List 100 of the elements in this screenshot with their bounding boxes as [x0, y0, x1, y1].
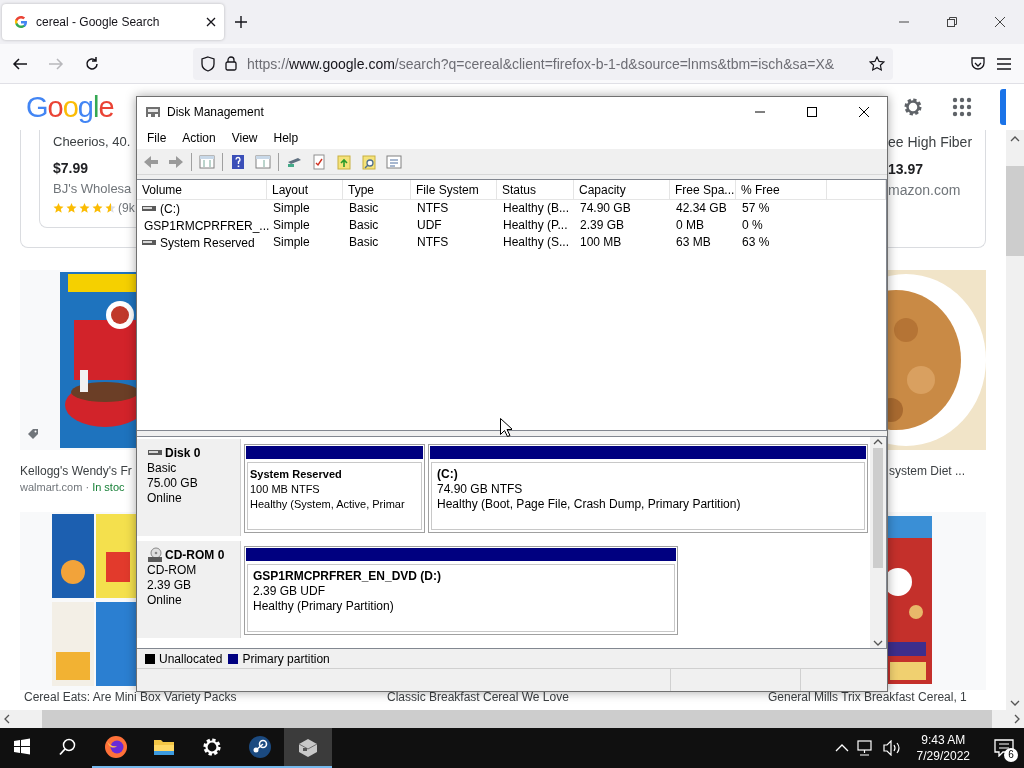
close-icon[interactable] — [859, 107, 869, 117]
partition-status: Healthy (Primary Partition) — [253, 599, 395, 614]
image-caption[interactable]: Cereal Eats: Are Mini Box Variety Packs — [24, 690, 387, 706]
restore-icon[interactable] — [947, 17, 957, 27]
scroll-thumb[interactable] — [873, 447, 883, 568]
scroll-down-icon[interactable] — [873, 640, 883, 646]
scroll-up-icon[interactable] — [1010, 136, 1020, 142]
image-caption[interactable]: system Diet ... — [886, 464, 986, 478]
table-cell-text: NTFS — [416, 234, 450, 251]
partition-status: Healthy (Boot, Page File, Crash Dump, Primary Partition) — [437, 497, 742, 512]
close-icon[interactable] — [995, 17, 1005, 27]
partition-name: System Reserved — [250, 467, 343, 482]
partition-status: Healthy (System, Active, Primar — [250, 497, 406, 512]
image-caption[interactable]: Classic Breakfast Cereal We Love — [387, 690, 768, 706]
volume-icon[interactable] — [882, 740, 903, 756]
table-cell-text: Simple — [272, 200, 311, 217]
menu-item[interactable]: Action — [174, 131, 224, 145]
star-icon[interactable] — [869, 55, 885, 72]
tab-title: cereal - Google Search — [36, 15, 161, 29]
cd-drive-icon — [147, 547, 163, 563]
search-folder-icon[interactable] — [361, 153, 377, 170]
column-header[interactable]: Volume — [137, 180, 267, 200]
scroll-left-icon[interactable] — [4, 714, 10, 724]
reload-icon[interactable] — [84, 55, 100, 72]
disk-size: 75.00 GB — [147, 476, 199, 491]
network-icon[interactable] — [856, 740, 875, 756]
review-count: (9k — [118, 201, 135, 215]
partition-name: GSP1RMCPRFRER_EN_DVD (D:) — [253, 569, 443, 584]
maximize-icon[interactable] — [807, 107, 817, 117]
url-text: https://www.google.com/search?q=cereal&client=firefox-b-1-d&source=lnms&tbm=isch&sa=X& — [247, 55, 836, 72]
menu-item[interactable]: View — [223, 131, 266, 145]
column-header[interactable]: File System — [411, 180, 497, 200]
close-icon[interactable] — [206, 17, 216, 27]
scroll-down-icon[interactable] — [1010, 700, 1020, 706]
pocket-icon[interactable] — [970, 55, 986, 72]
table-cell-text: 42.34 GB — [675, 200, 728, 217]
partition-detail: 2.39 GB UDF — [253, 584, 327, 599]
table-cell-text: Basic — [348, 234, 380, 251]
store-name: BJ's Wholesa — [53, 181, 132, 196]
image-caption[interactable]: General Mills Trix Breakfast Cereal, 1 — [768, 690, 1006, 706]
scroll-thumb[interactable] — [1006, 166, 1024, 256]
search-icon — [59, 738, 77, 756]
window-title: Disk Management — [167, 105, 265, 119]
menu-icon[interactable] — [996, 55, 1012, 72]
disk-drive-icon — [145, 104, 161, 120]
table-cell-text: 2.39 GB — [579, 217, 626, 234]
partition-detail: 74.90 GB NTFS — [437, 482, 524, 497]
disk-status: Online — [147, 593, 183, 608]
table-cell-text: 100 MB — [579, 234, 623, 251]
scroll-right-icon[interactable] — [1014, 714, 1020, 724]
back-icon[interactable] — [12, 55, 28, 72]
clock[interactable]: 9:43 AM 7/29/2022 — [910, 732, 976, 764]
partition-detail: 100 MB NTFS — [250, 482, 321, 497]
checklist-icon[interactable] — [311, 153, 327, 170]
scroll-up-icon[interactable] — [873, 439, 883, 445]
table-cell-text: 57 % — [741, 200, 771, 217]
apps-grid-icon[interactable] — [952, 97, 972, 117]
shield-icon — [201, 55, 215, 72]
product-title[interactable]: Cheerios, 40. — [53, 134, 131, 149]
partition-block[interactable]: GSP1RMCPRFRER_EN_DVD (D:) 2.39 GB UDF Healthy (Primary Partition) — [244, 546, 678, 635]
table-cell-text: Basic — [348, 217, 380, 234]
column-header[interactable]: Type — [343, 180, 411, 200]
scrollbar[interactable] — [1006, 130, 1024, 710]
product-price: 13.97 — [888, 161, 924, 177]
column-header[interactable]: Free Spa... — [670, 180, 736, 200]
column-header[interactable]: Layout — [267, 180, 343, 200]
partition-block[interactable]: System Reserved 100 MB NTFS Healthy (System, Active, Primar — [244, 444, 425, 533]
store-name: mazon.com — [888, 182, 961, 198]
table-cell: GSP1RMCPRFRER_... — [144, 219, 270, 233]
legend-label: Unallocated — [159, 651, 223, 666]
table-cell-text: Healthy (S... — [502, 234, 571, 251]
scrollbar[interactable] — [870, 437, 886, 648]
menu-item[interactable]: File — [139, 131, 175, 145]
column-header[interactable]: Status — [497, 180, 574, 200]
product-price: $7.99 — [53, 160, 89, 176]
disk-name: Disk 0 — [165, 445, 201, 461]
help-icon[interactable] — [230, 153, 246, 170]
image-caption[interactable]: Kellogg's Wendy's Fr — [20, 464, 136, 478]
table-cell-text: Basic — [348, 200, 380, 217]
column-header[interactable]: Capacity — [574, 180, 670, 200]
taskbar-button[interactable] — [284, 728, 332, 768]
google-logo[interactable]: Google — [26, 90, 114, 124]
partition-block[interactable]: (C:) 74.90 GB NTFS Healthy (Boot, Page File, Crash Dump, Primary Partition) — [428, 444, 868, 533]
legend-label: Primary partition — [242, 651, 330, 666]
disk-type: Basic — [147, 461, 178, 476]
table-cell-text: Healthy (B... — [502, 200, 571, 217]
table-cell-text: 74.90 GB — [579, 200, 632, 217]
chevron-up-icon[interactable] — [834, 744, 849, 752]
browser-tab[interactable]: cereal - Google Search — [2, 4, 224, 40]
new-tab-icon[interactable] — [234, 15, 248, 29]
folder-icon[interactable] — [336, 153, 352, 170]
column-header[interactable]: % Free — [736, 180, 827, 200]
notification-icon[interactable] — [994, 739, 1014, 757]
menu-item[interactable]: Help — [265, 131, 307, 145]
settings-icon — [201, 736, 223, 758]
address-field[interactable]: https://www.google.com/search?q=cereal&client=firefox-b-1-d&source=lnms&tbm=isch&sa=X& — [193, 47, 893, 80]
product-title[interactable]: ee High Fiber — [888, 134, 973, 150]
table-cell-text: Simple — [272, 217, 311, 234]
source-text: walmart.com · In stoc — [20, 481, 126, 493]
settings-icon[interactable] — [902, 96, 924, 118]
